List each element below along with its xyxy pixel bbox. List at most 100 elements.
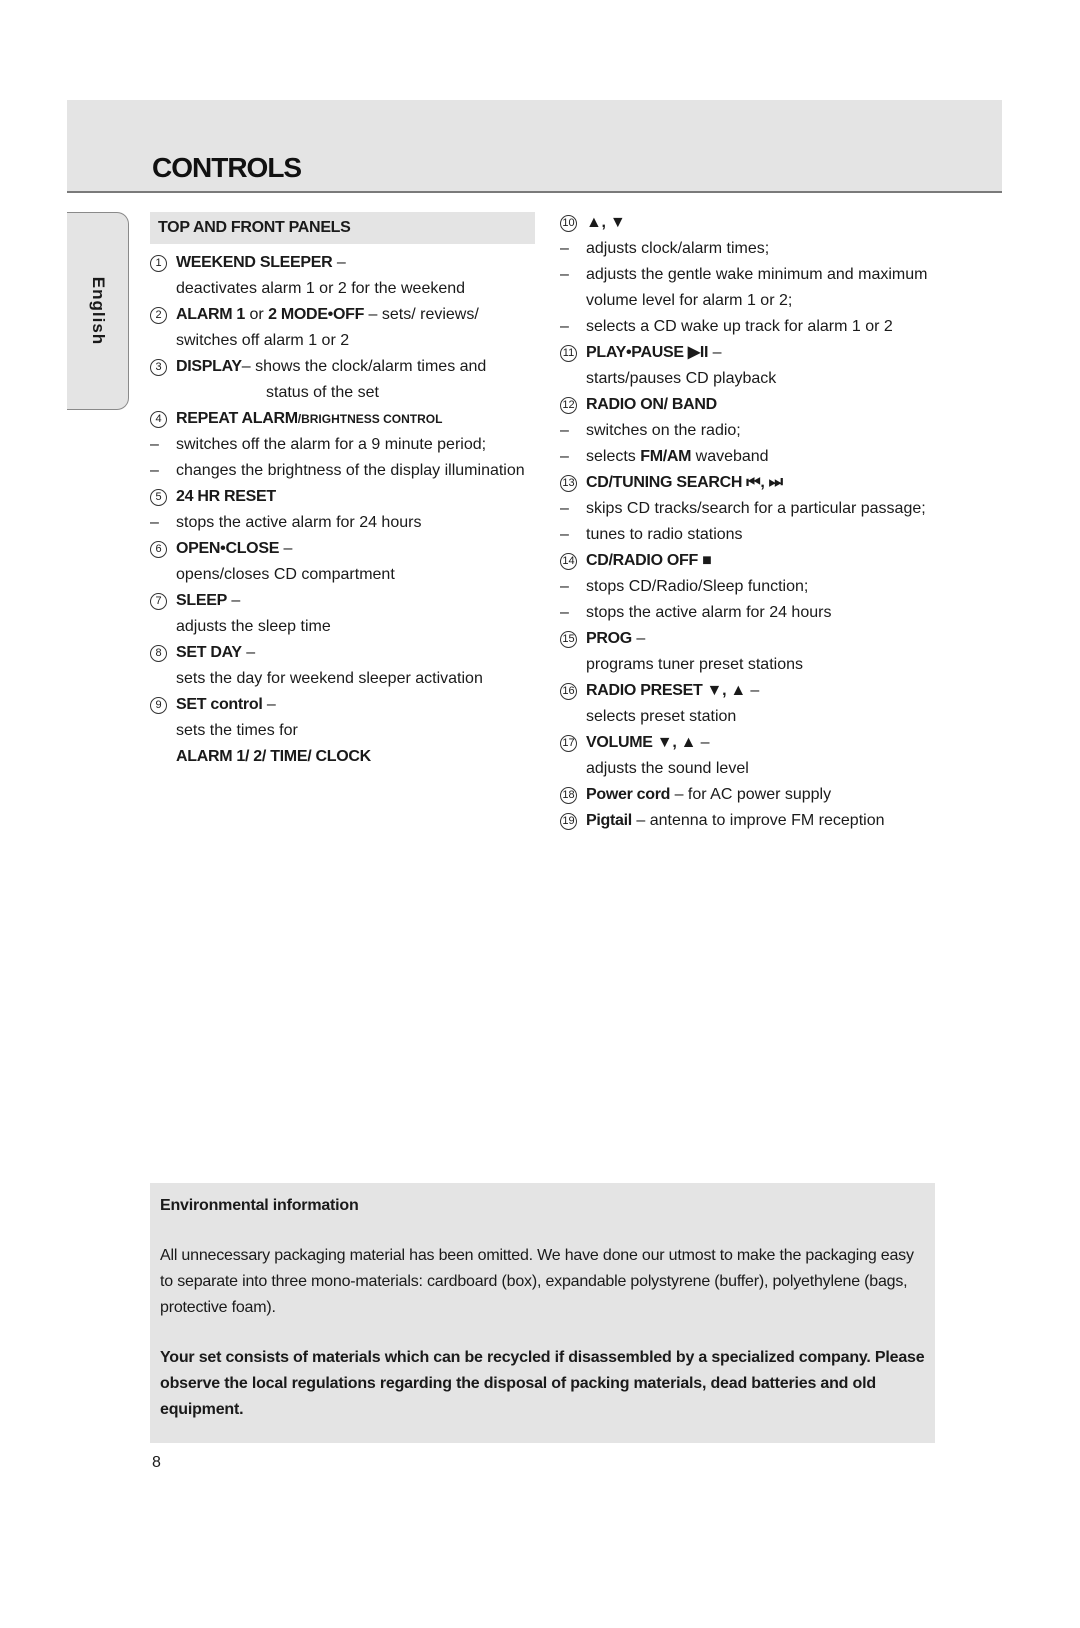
control-label: Power cord [586, 786, 671, 803]
control-label: SET control [176, 696, 263, 713]
control-item-16: 16 RADIO PRESET ▼, ▲ – [560, 678, 960, 704]
bullet-item: stops the active alarm for 24 hours [560, 600, 960, 626]
control-label: REPEAT ALARM [176, 410, 298, 427]
environmental-info-recycling: Your set consists of materials which can… [160, 1349, 925, 1418]
page-title: CONTROLS [152, 152, 302, 183]
bullet-text: selects [586, 448, 641, 465]
control-label: PROG [586, 630, 632, 647]
control-description: adjusts the sleep time [176, 618, 331, 635]
bullet-text: waveband [691, 448, 769, 465]
control-suffix: – [262, 696, 276, 713]
section-title: TOP AND FRONT PANELS [150, 212, 535, 244]
control-item-1: 1 WEEKEND SLEEPER – [150, 250, 535, 276]
control-suffix: – [745, 682, 760, 699]
control-description: sets the times for [176, 722, 298, 739]
control-description: sets the day for weekend sleeper activat… [176, 670, 483, 687]
bullet-item: selects a CD wake up track for alarm 1 o… [560, 314, 960, 340]
control-suffix: – [631, 630, 646, 647]
control-item-11: 11 PLAY•PAUSE ▶II – [560, 340, 960, 366]
control-label: CD/RADIO OFF ■ [586, 552, 712, 569]
control-suffix: – antenna to improve FM reception [631, 812, 885, 829]
item-number: 15 [560, 631, 577, 648]
control-label-connector: or [245, 306, 269, 323]
control-label: RADIO PRESET ▼, ▲ [586, 682, 746, 699]
control-description: selects preset station [586, 708, 737, 725]
bullet-item: skips CD tracks/search for a particular … [560, 496, 960, 522]
bullet-text-bold: FM/AM [640, 448, 692, 465]
item-number: 7 [150, 593, 167, 610]
item-number: 11 [560, 345, 577, 362]
control-suffix: – [226, 592, 241, 609]
control-item-10: 10 ▲, ▼ [560, 210, 960, 236]
item-number: 13 [560, 475, 577, 492]
control-item-5: 5 24 HR RESET [150, 484, 535, 510]
control-item-6: 6 OPEN•CLOSE – [150, 536, 535, 562]
control-suffix: – sets/ reviews/ [364, 306, 479, 323]
item-number: 2 [150, 307, 167, 324]
item-number: 14 [560, 553, 577, 570]
control-label: VOLUME ▼, ▲ [586, 734, 697, 751]
item-number: 18 [560, 787, 577, 804]
control-item-14: 14 CD/RADIO OFF ■ [560, 548, 960, 574]
control-item-12: 12 RADIO ON/ BAND [560, 392, 960, 418]
control-description: adjusts the sound level [586, 760, 749, 777]
bullet-item: adjusts clock/alarm times; [560, 236, 960, 262]
item-number: 17 [560, 735, 577, 752]
bullet-item: selects FM/AM waveband [560, 444, 960, 470]
control-label: SET DAY [176, 644, 242, 661]
control-label: SLEEP [176, 592, 227, 609]
control-label: RADIO ON/ BAND [586, 396, 717, 413]
control-item-7: 7 SLEEP – [150, 588, 535, 614]
item-number: 6 [150, 541, 167, 558]
control-label: CD/TUNING SEARCH ⏮, ⏭ [586, 474, 783, 491]
control-label: PLAY•PAUSE ▶II [586, 344, 709, 361]
control-item-17: 17 VOLUME ▼, ▲ – [560, 730, 960, 756]
control-description-bold: ALARM 1/ 2/ TIME/ CLOCK [176, 748, 371, 765]
page-number: 8 [152, 1454, 161, 1471]
control-suffix: – shows the clock/alarm times and [241, 358, 487, 375]
control-label: ALARM 1 [176, 306, 246, 323]
bullet-item: switches on the radio; [560, 418, 960, 444]
bullet-item: tunes to radio stations [560, 522, 960, 548]
item-number: 10 [560, 215, 577, 232]
control-description: opens/closes CD compartment [176, 566, 395, 583]
control-suffix: – [708, 344, 722, 361]
control-suffix: – for AC power supply [670, 786, 832, 803]
control-label: 24 HR RESET [176, 488, 276, 505]
bullet-item: adjusts the gentle wake minimum and maxi… [560, 262, 960, 314]
environmental-info-box: Environmental information All unnecessar… [150, 1183, 935, 1443]
control-item-18: 18 Power cord – for AC power supply [560, 782, 960, 808]
item-number: 16 [560, 683, 577, 700]
control-description: switches off alarm 1 or 2 [176, 332, 350, 349]
control-label: DISPLAY [176, 358, 242, 375]
control-suffix: – [241, 644, 256, 661]
control-label: WEEKEND SLEEPER [176, 254, 333, 271]
control-label: 2 MODE•OFF [268, 306, 365, 323]
control-suffix: – [279, 540, 293, 557]
bullet-item: stops the active alarm for 24 hours [150, 510, 535, 536]
item-number: 5 [150, 489, 167, 506]
item-number: 1 [150, 255, 167, 272]
control-description: status of the set [266, 384, 379, 401]
control-item-19: 19 Pigtail – antenna to improve FM recep… [560, 808, 960, 834]
control-item-13: 13 CD/TUNING SEARCH ⏮, ⏭ [560, 470, 960, 496]
control-item-9: 9 SET control – [150, 692, 535, 718]
up-down-arrows-icon: ▲, ▼ [586, 214, 626, 231]
control-item-2: 2 ALARM 1 or 2 MODE•OFF – sets/ reviews/ [150, 302, 535, 328]
control-label: Pigtail [586, 812, 632, 829]
bullet-item: stops CD/Radio/Sleep function; [560, 574, 960, 600]
language-tab: English [67, 212, 129, 410]
control-suffix: – [696, 734, 710, 751]
control-label: OPEN•CLOSE [176, 540, 280, 557]
left-column: TOP AND FRONT PANELS 1 WEEKEND SLEEPER –… [150, 212, 535, 770]
control-description: deactivates alarm 1 or 2 for the weekend [176, 280, 466, 297]
right-column: 10 ▲, ▼ adjusts clock/alarm times; adjus… [560, 210, 960, 834]
control-item-4: 4 REPEAT ALARM/BRIGHTNESS CONTROL [150, 406, 535, 432]
bullet-item: changes the brightness of the display il… [150, 458, 535, 484]
environmental-info-paragraph: All unnecessary packaging material has b… [160, 1247, 914, 1316]
item-number: 3 [150, 359, 167, 376]
item-number: 8 [150, 645, 167, 662]
control-suffix: – [332, 254, 346, 271]
item-number: 4 [150, 411, 167, 428]
control-item-3: 3 DISPLAY– shows the clock/alarm times a… [150, 354, 535, 380]
